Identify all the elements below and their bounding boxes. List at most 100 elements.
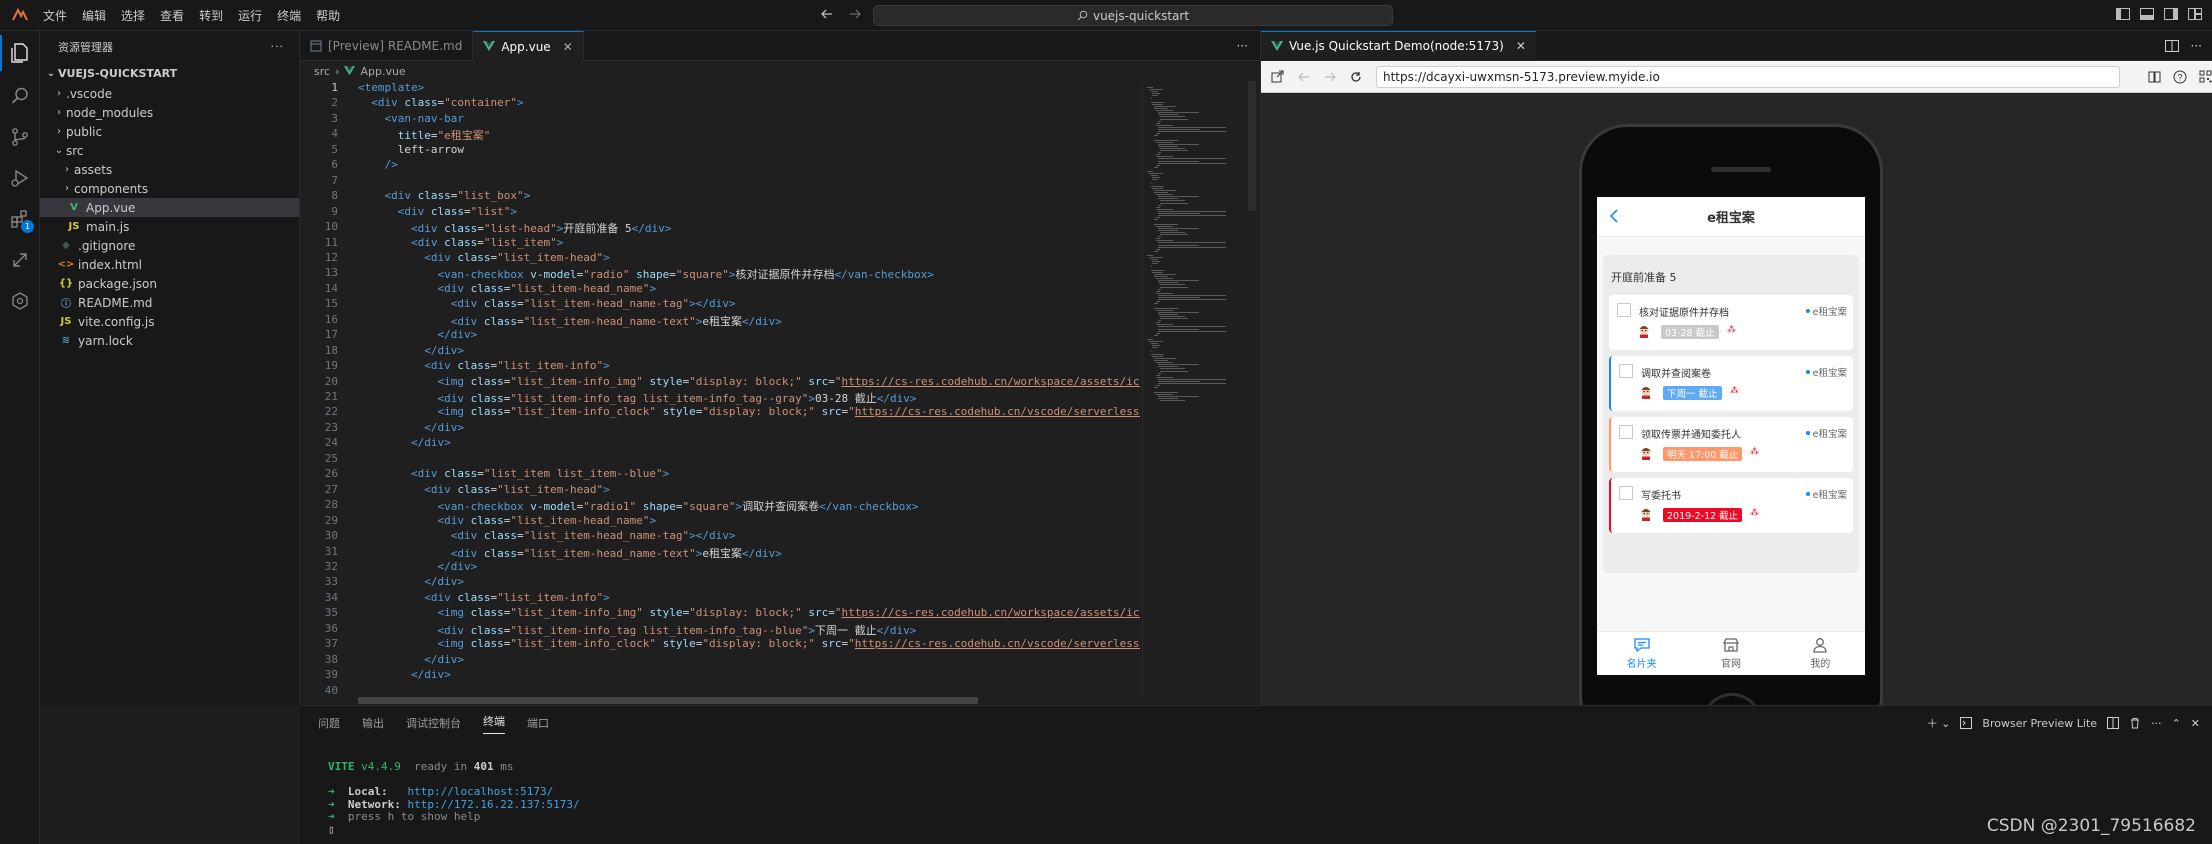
chevron-right-icon: › <box>57 126 61 137</box>
open-external-icon[interactable] <box>1271 70 1284 83</box>
close-icon[interactable]: ✕ <box>1516 39 1526 53</box>
tab-app-vue[interactable]: App.vue ✕ <box>473 31 584 61</box>
breadcrumb-item[interactable]: src <box>314 65 330 78</box>
more-actions-icon[interactable]: ··· <box>271 40 285 53</box>
trash-icon[interactable] <box>2129 717 2141 729</box>
tab-label: 我的 <box>1810 659 1831 670</box>
forward-arrow-icon[interactable] <box>848 7 862 21</box>
back-arrow-icon[interactable] <box>1298 71 1310 83</box>
chevron-right-icon: › <box>57 107 61 118</box>
tree-item[interactable]: JS main.js <box>40 217 299 236</box>
task-checkbox[interactable] <box>1617 303 1631 317</box>
menu-item[interactable]: 运行 <box>238 7 262 24</box>
terminal-name[interactable]: Browser Preview Lite <box>1982 717 2097 730</box>
tree-item[interactable]: › components <box>40 179 299 198</box>
minimap-line <box>1156 154 1160 156</box>
menu-item[interactable]: 终端 <box>277 7 301 24</box>
local-url[interactable]: http://localhost:5173/ <box>408 785 554 798</box>
tab-official-site[interactable]: 官网 <box>1686 632 1775 675</box>
qr-code-icon[interactable] <box>2199 70 2212 84</box>
panel-tab[interactable]: 端口 <box>527 715 549 731</box>
run-debug-icon[interactable] <box>8 166 32 190</box>
close-icon[interactable]: ✕ <box>2191 717 2200 730</box>
code-text: <div class="list_item-info"> <box>424 359 610 373</box>
forward-arrow-icon[interactable] <box>1324 71 1336 83</box>
tree-item[interactable]: ◆ .gitignore <box>40 236 299 255</box>
split-editor-icon[interactable] <box>2164 39 2179 53</box>
more-actions-icon[interactable]: ··· <box>2191 39 2202 53</box>
tree-item[interactable]: JS vite.config.js <box>40 312 299 331</box>
task-card[interactable]: 核对证据原件并存档 e租宝案 03-28 截止 ⁂ <box>1609 295 1853 350</box>
task-card[interactable]: 写委托书 e租宝案 2019-2-12 截止 ⁂ <box>1609 478 1853 533</box>
tree-item-label: yarn.lock <box>78 333 133 348</box>
more-actions-icon[interactable]: ··· <box>2151 717 2162 730</box>
minimap-line <box>1157 320 1162 322</box>
tab-readme-preview[interactable]: [Preview] README.md <box>300 31 474 61</box>
chevron-up-icon[interactable]: ⌃ <box>2172 717 2181 730</box>
toggle-secondary-sidebar-icon[interactable] <box>2164 8 2178 20</box>
minimap-line <box>1154 250 1158 252</box>
remote-explorer-icon[interactable] <box>8 248 32 272</box>
tree-item[interactable]: › assets <box>40 160 299 179</box>
tab-preview[interactable]: Vue.js Quickstart Demo(node:5173) ✕ <box>1261 30 1536 61</box>
tree-item[interactable]: ⌄ src <box>40 141 299 160</box>
customize-layout-icon[interactable] <box>2188 8 2202 20</box>
toggle-panel-icon[interactable] <box>2140 8 2154 20</box>
back-arrow-icon[interactable] <box>820 7 834 21</box>
close-icon[interactable]: ✕ <box>563 40 573 54</box>
split-terminal-icon[interactable] <box>2107 717 2120 729</box>
vertical-scrollbar[interactable] <box>1248 81 1256 211</box>
workspace-root[interactable]: ⌄ VUEJS-QUICKSTART <box>40 62 299 84</box>
menu-item[interactable]: 帮助 <box>316 7 340 24</box>
menu-item[interactable]: 编辑 <box>82 7 106 24</box>
minimap[interactable] <box>1142 81 1242 697</box>
line-number: 29 <box>324 513 338 527</box>
menu-item[interactable]: 文件 <box>43 7 67 24</box>
tree-item[interactable]: › .vscode <box>40 84 299 103</box>
horizontal-scrollbar[interactable] <box>358 697 978 704</box>
help-icon[interactable]: ? <box>2173 70 2187 84</box>
book-icon[interactable] <box>2148 70 2161 84</box>
minimap-line <box>1156 164 1160 166</box>
menu-item[interactable]: 选择 <box>121 7 145 24</box>
breadcrumb-item[interactable]: App.vue <box>360 65 405 78</box>
explorer-icon[interactable] <box>0 35 32 71</box>
code-line: 19 <div class="list_item-info"> <box>300 359 1140 375</box>
panel-tab[interactable]: 调试控制台 <box>406 715 461 731</box>
task-checkbox[interactable] <box>1619 364 1633 378</box>
search-icon[interactable] <box>8 84 32 108</box>
more-actions-icon[interactable]: ··· <box>1237 39 1248 53</box>
task-checkbox[interactable] <box>1619 486 1633 500</box>
task-card[interactable]: 调取并查阅案卷 e租宝案 下周一 截止 ⁂ <box>1609 356 1853 411</box>
url-input[interactable]: https://dcayxi-uwxmsn-5173.preview.myide… <box>1376 65 2120 88</box>
tab-card-holder[interactable]: 名片夹 <box>1597 632 1686 675</box>
source-control-icon[interactable] <box>8 125 32 149</box>
tree-item[interactable]: › node_modules <box>40 103 299 122</box>
cloud-services-icon[interactable] <box>8 289 32 313</box>
tree-item[interactable]: ≋ yarn.lock <box>40 331 299 350</box>
tab-mine[interactable]: 我的 <box>1776 632 1865 675</box>
panel-tab[interactable]: 问题 <box>318 715 340 731</box>
reload-icon[interactable] <box>1350 71 1362 83</box>
panel-tab[interactable]: 输出 <box>362 715 384 731</box>
terminal-output[interactable]: VITE v4.4.9 ready in 401 ms ➜ Local: htt… <box>328 760 580 836</box>
chevron-left-icon[interactable] <box>1609 209 1619 223</box>
tree-item[interactable]: {} package.json <box>40 274 299 293</box>
tree-item[interactable]: V App.vue <box>40 198 299 217</box>
task-checkbox[interactable] <box>1619 425 1633 439</box>
panel-tab[interactable]: 终端 <box>483 713 505 734</box>
code-line: 2 <div class="container"> <box>300 96 1140 112</box>
task-card[interactable]: 领取传票并通知委托人 e租宝案 明天 17:00 截止 ⁂ <box>1609 417 1853 472</box>
tree-item[interactable]: › public <box>40 122 299 141</box>
tree-item[interactable]: ⓘ README.md <box>40 293 299 312</box>
extensions-icon[interactable]: 1 <box>8 207 34 233</box>
minimap-line <box>1157 383 1227 385</box>
network-url[interactable]: http://172.16.22.137:5173/ <box>407 798 579 811</box>
menu-item[interactable]: 查看 <box>160 7 184 24</box>
menu-item[interactable]: 转到 <box>199 7 223 24</box>
toggle-sidebar-icon[interactable] <box>2116 8 2130 20</box>
command-center[interactable]: vuejs-quickstart <box>873 5 1393 26</box>
tree-item[interactable]: <> index.html <box>40 255 299 274</box>
code-editor[interactable]: 1 <template> 2 <div class="container"> 3 <v… <box>300 81 1140 697</box>
add-terminal-icon[interactable]: ＋ ⌄ <box>1927 715 1951 731</box>
